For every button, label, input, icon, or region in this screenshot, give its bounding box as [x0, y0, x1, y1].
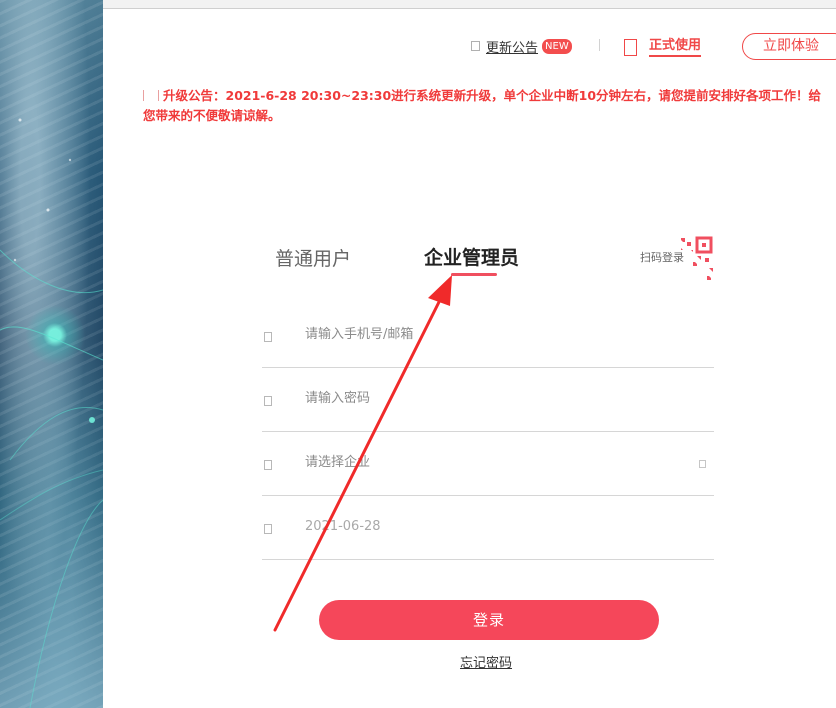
password-field[interactable]: 请输入密码: [262, 370, 714, 432]
company-placeholder[interactable]: 请选择企业: [305, 454, 370, 472]
dropdown-icon[interactable]: [699, 460, 706, 468]
try-now-button[interactable]: 立即体验: [742, 33, 836, 60]
window-top-bar: [0, 0, 836, 9]
tab-normal-user[interactable]: 普通用户: [275, 246, 351, 272]
update-notice-link[interactable]: 更新公告 NEW: [471, 37, 572, 56]
company-select[interactable]: 请选择企业: [262, 434, 714, 496]
date-value[interactable]: 2021-06-28: [305, 518, 381, 536]
calendar-icon: [264, 524, 272, 534]
password-placeholder[interactable]: 请输入密码: [305, 390, 370, 408]
qr-code-icon[interactable]: [669, 236, 715, 282]
official-icon: [624, 38, 637, 56]
building-icon: [264, 460, 272, 470]
bell-icon: [471, 41, 480, 51]
official-use-link[interactable]: 正式使用: [624, 36, 702, 58]
upgrade-announcement: 升级公告：2021-6-28 20:30~23:30进行系统更新升级，单个企业中…: [143, 86, 829, 126]
announcement-text: 升级公告：2021-6-28 20:30~23:30进行系统更新升级，单个企业中…: [143, 88, 822, 123]
wave-lines-decoration: [0, 118, 103, 708]
header-divider: [599, 39, 600, 51]
side-ocean-image: [0, 0, 103, 708]
announcement-icon: [143, 90, 159, 101]
phone-email-placeholder[interactable]: 请输入手机号/邮箱: [305, 326, 413, 344]
login-button[interactable]: 登录: [319, 600, 659, 640]
date-field[interactable]: 2021-06-28: [262, 498, 714, 560]
active-tab-indicator: [451, 273, 497, 276]
update-notice-label[interactable]: 更新公告: [486, 37, 538, 56]
user-icon: [264, 332, 272, 342]
tab-enterprise-admin[interactable]: 企业管理员: [424, 245, 519, 271]
official-use-label[interactable]: 正式使用: [649, 38, 702, 57]
lock-icon: [264, 396, 272, 406]
new-badge: NEW: [542, 38, 572, 54]
forgot-password-link[interactable]: 忘记密码: [460, 655, 512, 673]
phone-email-field[interactable]: 请输入手机号/邮箱: [262, 306, 714, 368]
